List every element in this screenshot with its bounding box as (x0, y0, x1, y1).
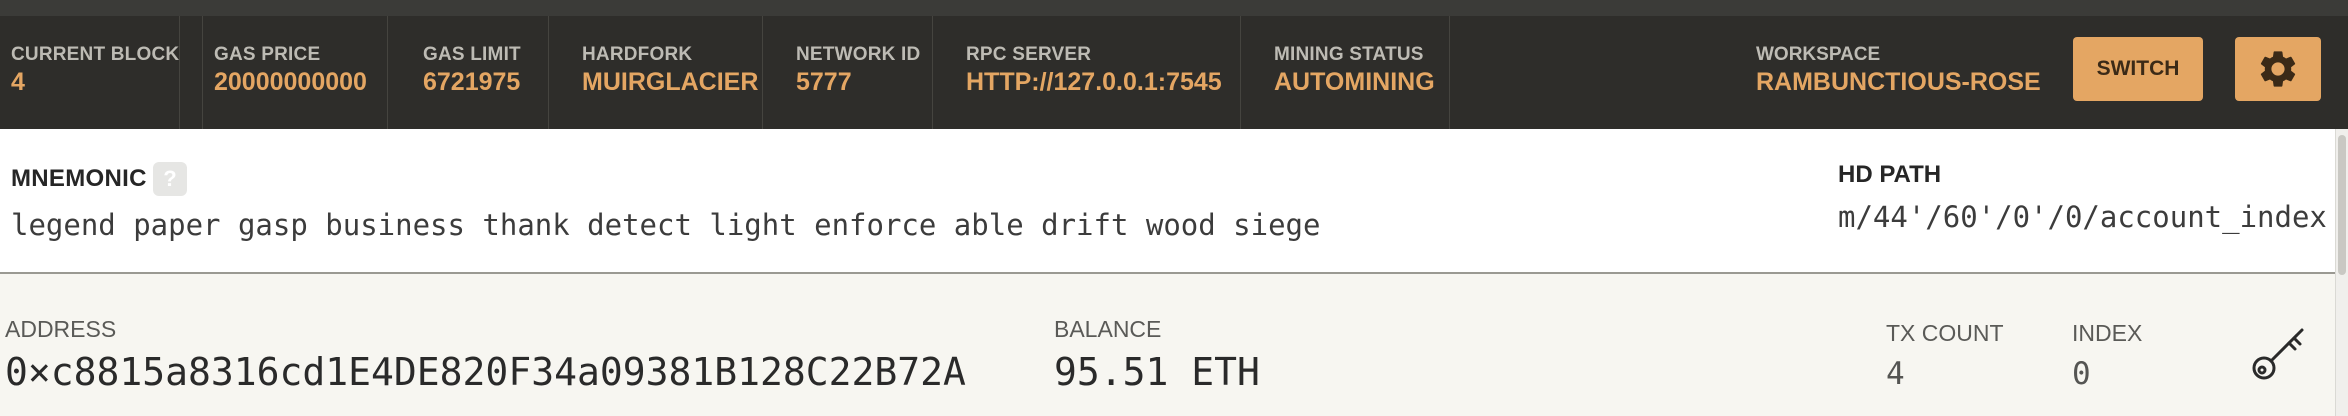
status-hardfork: HARDFORK MUIRGLACIER (571, 16, 763, 129)
workspace-info: WORKSPACE RAMBUNCTIOUS-ROSE (1756, 16, 2056, 129)
status-value: MUIRGLACIER (582, 68, 759, 96)
status-value: 4 (11, 68, 25, 96)
tx-count-label: TX COUNT (1886, 320, 2004, 346)
status-label: NETWORK ID (796, 44, 921, 65)
status-label: GAS LIMIT (423, 44, 521, 65)
vertical-scrollbar[interactable] (2335, 129, 2348, 416)
mnemonic-help-icon[interactable]: ? (153, 162, 187, 196)
status-value: HTTP://127.0.0.1:7545 (966, 68, 1222, 96)
status-rpc-server: RPC SERVER HTTP://127.0.0.1:7545 (955, 16, 1241, 129)
show-keys-button[interactable] (2248, 324, 2308, 384)
workspace-label: WORKSPACE (1756, 44, 1881, 65)
gear-icon (2260, 51, 2296, 87)
window-top-strip (0, 0, 2348, 16)
hd-path-value: m/44'/60'/0'/0/account_index (1838, 200, 2327, 234)
address-label: ADDRESS (5, 316, 117, 342)
status-label: HARDFORK (582, 44, 693, 65)
status-current-block: CURRENT BLOCK 4 (0, 16, 180, 129)
mnemonic-panel: MNEMONIC ? legend paper gasp business th… (0, 129, 2348, 274)
status-gas-price: GAS PRICE 20000000000 (202, 16, 388, 129)
account-balance: 95.51 ETH (1054, 350, 1260, 394)
account-row[interactable]: ADDRESS 0×c8815a8316cd1E4DE820F34a09381B… (0, 274, 2335, 416)
status-value: 5777 (796, 68, 852, 96)
status-label: MINING STATUS (1274, 44, 1424, 65)
mnemonic-phrase: legend paper gasp business thank detect … (11, 208, 1321, 242)
status-value: 6721975 (423, 68, 521, 96)
mnemonic-label: MNEMONIC (11, 165, 147, 192)
scrollbar-thumb[interactable] (2338, 135, 2346, 275)
settings-button[interactable] (2235, 37, 2321, 101)
status-value: AUTOMINING (1274, 68, 1435, 96)
status-gas-limit: GAS LIMIT 6721975 (412, 16, 549, 129)
status-label: CURRENT BLOCK (11, 44, 180, 65)
index-value: 0 (2072, 356, 2091, 392)
status-label: GAS PRICE (214, 44, 321, 65)
status-mining: MINING STATUS AUTOMINING (1263, 16, 1450, 129)
status-value: 20000000000 (214, 68, 367, 96)
status-label: RPC SERVER (966, 44, 1092, 65)
hd-path-label: HD PATH (1838, 161, 1942, 188)
switch-workspace-button[interactable]: SWITCH (2073, 37, 2203, 101)
key-icon (2252, 328, 2304, 380)
workspace-name: RAMBUNCTIOUS-ROSE (1756, 68, 2041, 96)
tx-count-value: 4 (1886, 356, 1905, 392)
index-label: INDEX (2072, 320, 2143, 346)
account-address: 0×c8815a8316cd1E4DE820F34a09381B128C22B7… (5, 350, 966, 394)
status-network-id: NETWORK ID 5777 (785, 16, 933, 129)
balance-label: BALANCE (1054, 316, 1162, 342)
